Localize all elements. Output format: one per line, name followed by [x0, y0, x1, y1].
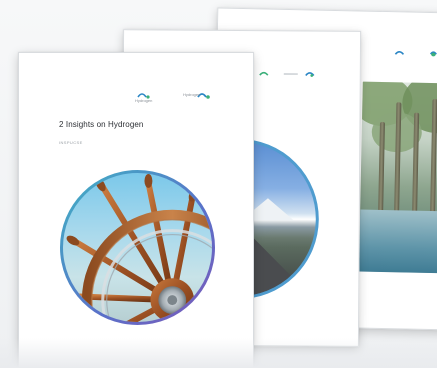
front-logo: Hydrogen Hydrogen [135, 91, 227, 103]
report-subtitle: INSPUCSE [59, 140, 83, 145]
front-cover-photo [60, 170, 215, 325]
report-title: 2 Insights on Hydrogen [59, 120, 144, 129]
back-logo-icon [394, 51, 437, 57]
middle-logo-icon [259, 71, 315, 77]
logo-primary-text: Hydrogen [135, 98, 153, 103]
front-report-page: Hydrogen Hydrogen 2 Insights on Hydrogen… [18, 52, 254, 368]
document-stack-scene: Hydrogen Hydrogen 2 Insights on Hydrogen… [0, 0, 437, 368]
back-cover-photo [358, 81, 437, 274]
floor-shadow [0, 338, 437, 368]
logo-secondary-text: Hydrogen [183, 92, 201, 97]
ship-wheel-icon [63, 173, 212, 322]
